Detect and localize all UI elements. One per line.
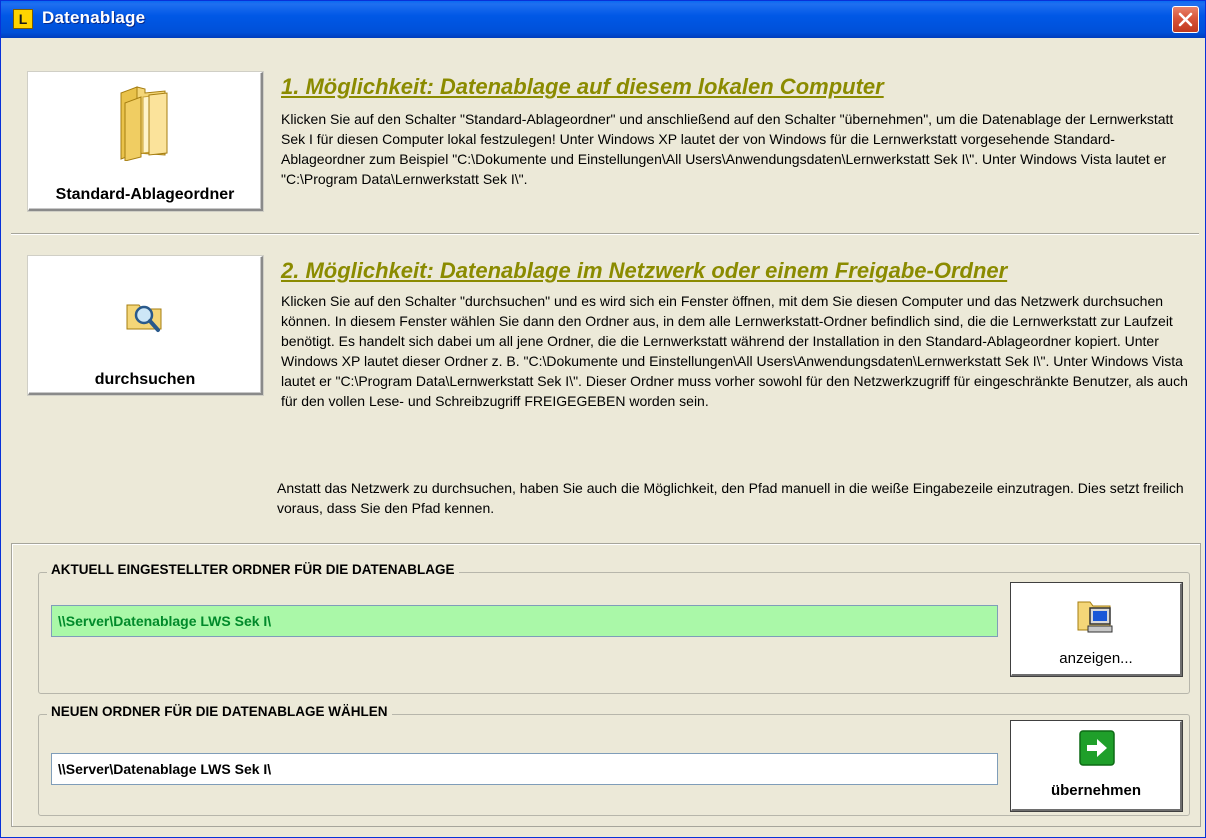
new-folder-group-title: NEUEN ORDNER FÜR DIE DATENABLAGE WÄHLEN bbox=[47, 704, 392, 719]
folder-search-icon bbox=[126, 304, 162, 332]
apply-button-label: übernehmen bbox=[1050, 782, 1141, 799]
separator bbox=[11, 233, 1199, 235]
new-folder-group: NEUEN ORDNER FÜR DIE DATENABLAGE WÄHLEN … bbox=[38, 704, 1190, 816]
apply-button[interactable]: übernehmen bbox=[1011, 721, 1182, 811]
option2-text-2: Anstatt das Netzwerk zu durchsuchen, hab… bbox=[277, 480, 1184, 516]
option1-text: Klicken Sie auf den Schalter "Standard-A… bbox=[281, 111, 1174, 187]
option2-description: Klicken Sie auf den Schalter "durchsuche… bbox=[281, 291, 1191, 411]
window-title: Datenablage bbox=[42, 8, 146, 27]
folder-settings-panel: AKTUELL EINGESTELLTER ORDNER FÜR DIE DAT… bbox=[11, 543, 1201, 827]
title-bar[interactable]: L Datenablage bbox=[1, 1, 1205, 38]
close-button[interactable] bbox=[1172, 6, 1199, 33]
close-icon bbox=[1178, 12, 1193, 27]
dialog-window: L Datenablage Standard-Ablageordner 1. M… bbox=[0, 0, 1206, 838]
option1-heading: 1. Möglichkeit: Datenablage auf diesem l… bbox=[281, 74, 884, 99]
show-folder-button[interactable]: anzeigen... bbox=[1011, 583, 1182, 676]
option2-description-2: Anstatt das Netzwerk zu durchsuchen, hab… bbox=[277, 478, 1197, 518]
show-folder-button-label: anzeigen... bbox=[1059, 650, 1133, 667]
browse-button-label: durchsuchen bbox=[94, 371, 196, 388]
current-folder-group: AKTUELL EINGESTELLTER ORDNER FÜR DIE DAT… bbox=[38, 562, 1190, 694]
current-folder-field: \\Server\Datenablage LWS Sek I\ bbox=[51, 605, 998, 637]
current-folder-group-title: AKTUELL EINGESTELLTER ORDNER FÜR DIE DAT… bbox=[47, 562, 459, 577]
option1-description: Klicken Sie auf den Schalter "Standard-A… bbox=[281, 109, 1191, 189]
browse-button[interactable]: durchsuchen bbox=[28, 256, 263, 395]
folder-computer-icon bbox=[1077, 601, 1113, 633]
option2-heading: 2. Möglichkeit: Datenablage im Netzwerk … bbox=[281, 258, 1008, 283]
green-arrow-right-icon bbox=[1079, 730, 1115, 766]
option2-text-1: Klicken Sie auf den Schalter "durchsuche… bbox=[281, 293, 1188, 409]
new-folder-input[interactable]: \\Server\Datenablage LWS Sek I\ bbox=[51, 753, 998, 785]
standard-folder-button-label: Standard-Ablageordner bbox=[55, 186, 235, 203]
folder-icon bbox=[120, 86, 168, 161]
app-icon: L bbox=[13, 9, 33, 29]
standard-folder-button[interactable]: Standard-Ablageordner bbox=[28, 72, 263, 211]
